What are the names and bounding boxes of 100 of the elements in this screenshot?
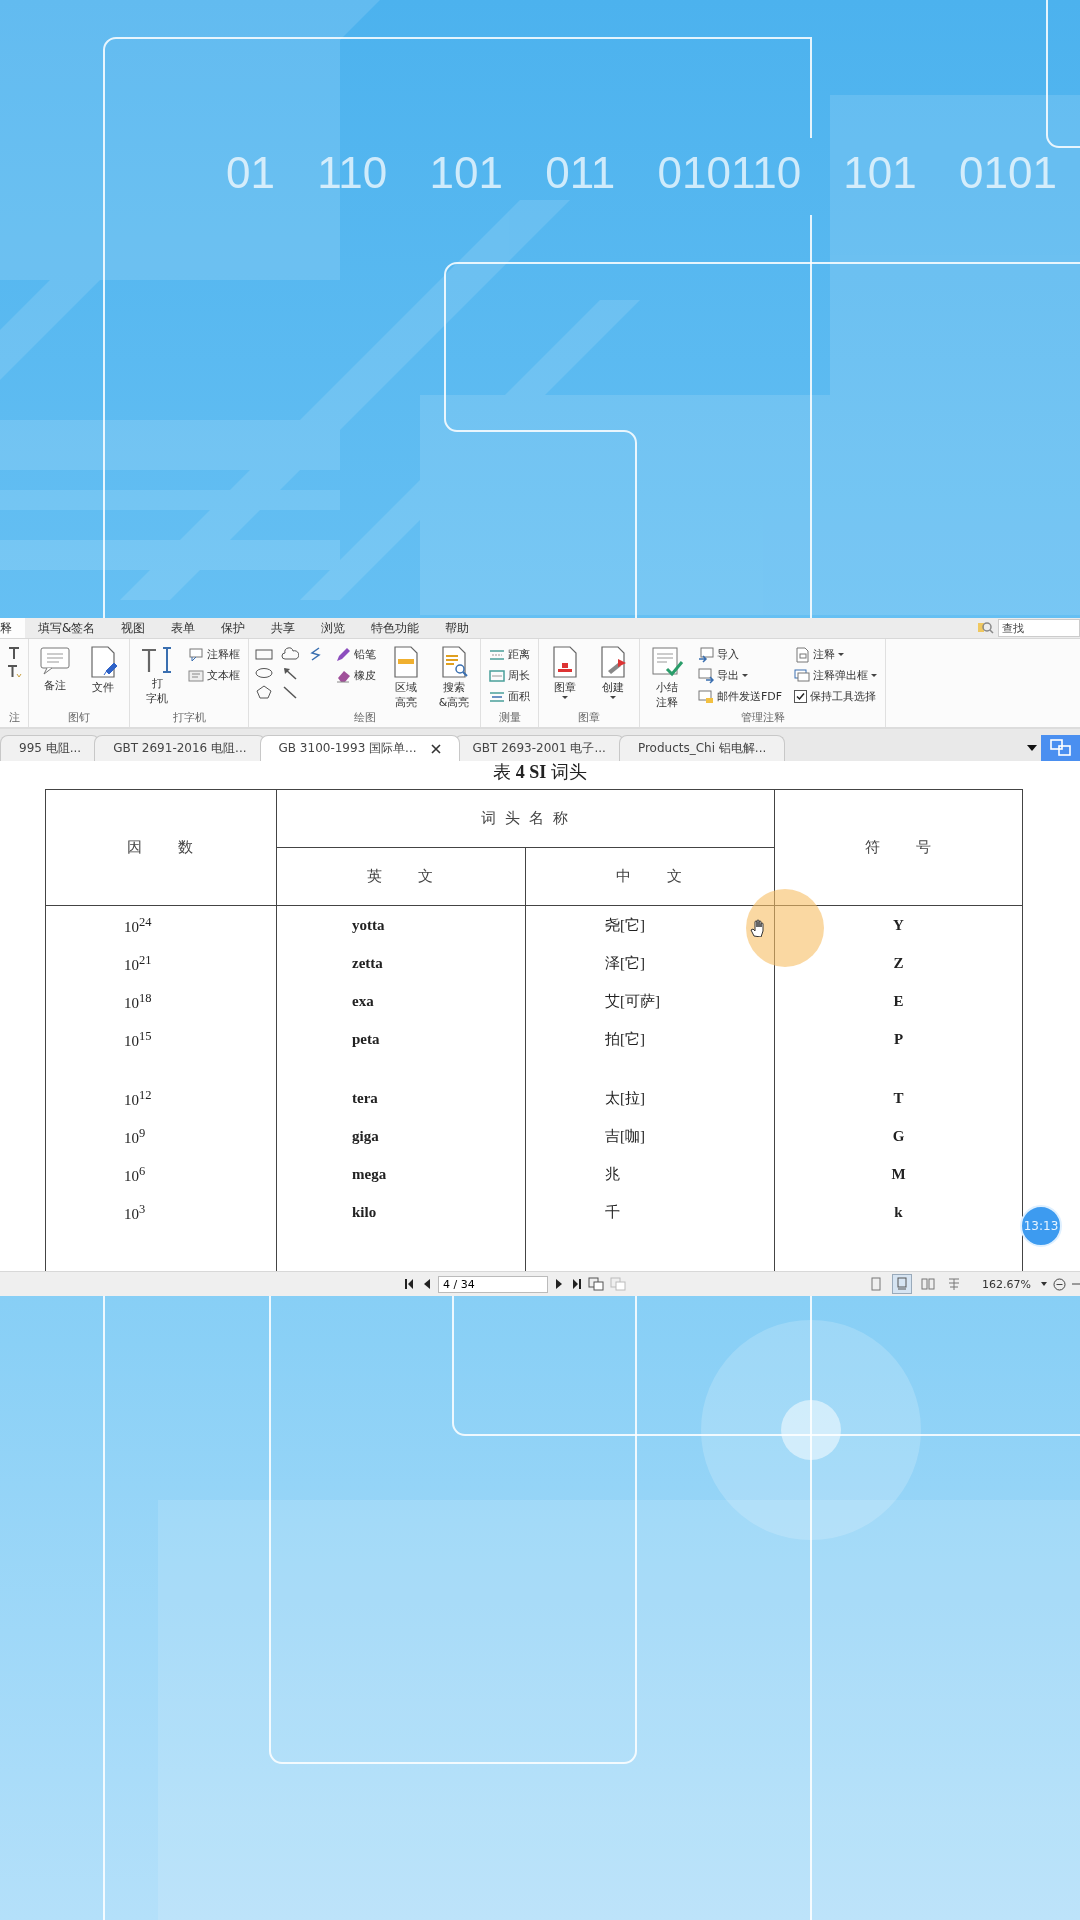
- english-name-text: giga: [352, 1127, 379, 1144]
- ribbon-tool-button[interactable]: 打 字机: [136, 643, 178, 707]
- search-field[interactable]: 查找: [998, 619, 1080, 637]
- menu-tab[interactable]: 填写&签名: [25, 618, 109, 638]
- ribbon-tool-button[interactable]: 周长: [487, 666, 532, 685]
- ribbon-tool-button[interactable]: 图章: [545, 643, 585, 701]
- search-icon: [978, 621, 994, 635]
- english-name-text: peta: [352, 1030, 380, 1047]
- cloud-icon: [281, 647, 299, 661]
- ribbon-tool-button[interactable]: 导入: [696, 645, 785, 664]
- caret-icon: [562, 696, 568, 699]
- zoom-level-text: 162.67%: [982, 1277, 1031, 1291]
- menu-tab[interactable]: 表单: [158, 618, 209, 638]
- ribbon-tool-button[interactable]: 创建: [593, 643, 633, 701]
- page-view-icon: [947, 1277, 962, 1291]
- zoom-slider-icon[interactable]: [1072, 1282, 1080, 1286]
- tab-list-caret-icon[interactable]: [1027, 745, 1037, 751]
- chinese-name-text: 太[拉]: [605, 1089, 645, 1106]
- symbol-text: Z: [893, 954, 904, 971]
- factor-text: 10$^{12}$: [124, 1091, 152, 1108]
- summary-check-icon: [649, 645, 685, 679]
- page-field[interactable]: 4 / 34: [438, 1275, 548, 1293]
- document-tab[interactable]: Products_Chi 铝电解...: [618, 735, 786, 761]
- symbol-text: G: [892, 1127, 905, 1144]
- zoom-caret-icon[interactable]: [1041, 1282, 1047, 1286]
- chinese-name-text: 拍[它]: [605, 1030, 645, 1047]
- next-page-icon[interactable]: [554, 1278, 564, 1290]
- ribbon-tool-button[interactable]: 区域 高亮: [386, 643, 426, 711]
- zoom-out-icon[interactable]: [1053, 1277, 1066, 1291]
- mail-icon: [698, 688, 714, 705]
- page-view-icon: [921, 1277, 936, 1291]
- comment-icon: [38, 645, 72, 677]
- factor-text: 10$^{18}$: [124, 994, 152, 1011]
- ribbon-tool-button[interactable]: 导出: [696, 666, 785, 685]
- first-page-icon[interactable]: [404, 1278, 416, 1290]
- ribbon-tool-button[interactable]: 铅笔: [333, 645, 378, 664]
- arrow-icon: [281, 666, 299, 680]
- factor-text: 10$^{3}$: [124, 1205, 146, 1222]
- ribbon-tool-button[interactable]: 距离: [487, 645, 532, 664]
- ribbon-tool-button[interactable]: 注释弹出框: [792, 666, 880, 685]
- page-view-icon: [895, 1277, 910, 1291]
- caret-icon: [838, 653, 845, 656]
- pencil-icon: [335, 646, 351, 663]
- pages-icon[interactable]: [588, 1277, 604, 1291]
- document-tab[interactable]: GB 3100-1993 国际单...: [259, 735, 460, 761]
- ribbon-tool-button[interactable]: 备注: [35, 643, 75, 694]
- ribbon-group-label: 管理注释: [739, 711, 786, 725]
- callout-icon: [188, 646, 204, 663]
- ribbon-tool-button[interactable]: 邮件发送FDF: [696, 687, 785, 706]
- ribbon-tool-button[interactable]: 面积: [487, 687, 532, 706]
- ribbon-tool-button[interactable]: 橡皮: [333, 666, 378, 685]
- menu-tab[interactable]: 浏览: [308, 618, 359, 638]
- column-header: 词 头 名 称: [276, 789, 775, 848]
- rectangle-icon: [255, 647, 273, 661]
- ellipse-icon: [255, 666, 273, 680]
- close-icon[interactable]: [430, 743, 441, 754]
- menu-tab[interactable]: 保护: [208, 618, 259, 638]
- ribbon-tool-button[interactable]: 文本框: [186, 666, 242, 685]
- menu-tab[interactable]: 共享: [258, 618, 309, 638]
- symbol-text: P: [893, 1030, 904, 1047]
- ribbon-group-label: 图章: [577, 711, 601, 725]
- ribbon-tool-button[interactable]: 文件: [83, 643, 123, 696]
- comment-list-icon: [794, 646, 811, 663]
- symbol-text: k: [894, 1203, 903, 1220]
- ribbon-tool-button[interactable]: 注释: [792, 645, 880, 664]
- ribbon-tool-button[interactable]: 小结 注释: [646, 643, 688, 711]
- pentagon-icon: [255, 685, 273, 699]
- column-header: 因 数: [45, 789, 277, 906]
- factor-text: 10$^{6}$: [124, 1167, 146, 1184]
- chinese-name-text: 艾[可萨]: [605, 992, 660, 1009]
- ruler-lines-icon: [489, 667, 505, 684]
- english-name-text: kilo: [352, 1203, 377, 1220]
- ribbon-group-label: 绘图: [352, 711, 377, 725]
- english-name-text: yotta: [352, 916, 385, 933]
- panel-toggle-button[interactable]: [1041, 735, 1080, 761]
- previous-page-icon[interactable]: [422, 1278, 432, 1290]
- chinese-name-text: 尧[它]: [605, 916, 645, 933]
- menu-tab[interactable]: 特色功能: [358, 618, 433, 638]
- last-page-icon[interactable]: [570, 1278, 582, 1290]
- symbol-text: M: [891, 1165, 906, 1182]
- import-icon: [698, 646, 714, 663]
- checkbox[interactable]: [794, 690, 808, 703]
- caret-icon: [871, 674, 878, 677]
- popup-icon: [794, 667, 811, 684]
- column-header: 英 文: [276, 847, 526, 906]
- factor-text: 10$^{9}$: [124, 1129, 146, 1146]
- ribbon-tool-button[interactable]: 搜索 &高亮: [434, 643, 474, 711]
- menu-tab[interactable]: 帮助: [432, 618, 483, 638]
- export-icon: [698, 667, 714, 684]
- menu-tab[interactable]: 视图: [108, 618, 159, 638]
- english-name-text: tera: [352, 1089, 378, 1106]
- line-icon: [281, 685, 299, 699]
- factor-text: 10$^{24}$: [124, 918, 152, 935]
- chinese-name-text: 吉[咖]: [605, 1127, 645, 1144]
- menu-tab[interactable]: 释: [0, 618, 25, 638]
- keep-tool-checkbox[interactable]: 保持工具选择: [792, 687, 880, 706]
- ribbon-tool-button[interactable]: 注释框: [186, 645, 242, 664]
- symbol-text: E: [893, 992, 904, 1009]
- binary-text: 01 110 101 011 010110 101 0101: [226, 148, 1057, 198]
- chinese-name-text: 兆: [605, 1165, 620, 1182]
